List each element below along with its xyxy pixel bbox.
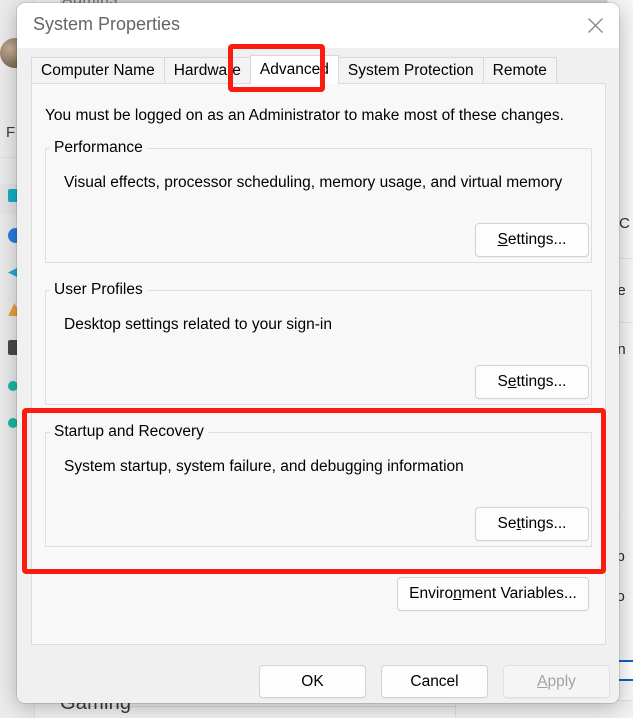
group-performance-legend: Performance — [50, 139, 147, 157]
startup-recovery-settings-label-post: tings... — [521, 515, 567, 533]
user-profiles-settings-label-post: ttings... — [517, 373, 567, 391]
performance-settings-button[interactable]: Settings... — [475, 223, 589, 257]
tab-remote[interactable]: Remote — [483, 57, 557, 84]
administrator-note: You must be logged on as an Administrato… — [45, 107, 564, 125]
background-sidebar-label: F — [6, 124, 15, 141]
group-startup-and-recovery-description: System startup, system failure, and debu… — [64, 458, 464, 476]
ok-button[interactable]: OK — [259, 665, 366, 698]
startup-recovery-settings-label-pre: Se — [498, 515, 517, 533]
screen: F Admins AC pe an r R l D yp co Gaming S… — [0, 0, 633, 718]
tab-hardware[interactable]: Hardware — [164, 57, 251, 84]
environment-variables-label-post: ment Variables... — [462, 585, 577, 603]
user-profiles-settings-label-pre: S — [498, 373, 508, 391]
performance-settings-label-post: ettings... — [508, 231, 567, 249]
group-user-profiles-description: Desktop settings related to your sign-in — [64, 316, 332, 334]
environment-variables-label-pre: Enviro — [409, 585, 453, 603]
system-properties-dialog: System Properties Computer Name Hardware… — [17, 3, 619, 703]
apply-button-accel: A — [537, 673, 547, 691]
group-performance-description: Visual effects, processor scheduling, me… — [64, 174, 562, 192]
cancel-button-label-pre: Cancel — [410, 673, 458, 691]
tab-strip: Computer Name Hardware Advanced System P… — [31, 56, 606, 84]
user-profiles-settings-button[interactable]: Settings... — [475, 365, 589, 399]
ok-button-label-pre: OK — [301, 673, 323, 691]
cancel-button[interactable]: Cancel — [381, 665, 488, 698]
performance-settings-accel: S — [498, 231, 508, 249]
apply-button[interactable]: Apply — [503, 665, 610, 698]
environment-variables-accel: n — [453, 585, 462, 603]
tab-system-protection[interactable]: System Protection — [338, 57, 484, 84]
dialog-title: System Properties — [33, 14, 180, 35]
user-profiles-settings-accel: e — [508, 373, 517, 391]
environment-variables-button[interactable]: Environment Variables... — [397, 577, 589, 611]
apply-button-label-post: pply — [547, 673, 575, 691]
tab-computer-name[interactable]: Computer Name — [31, 57, 165, 84]
close-icon[interactable] — [571, 3, 619, 48]
tab-advanced[interactable]: Advanced — [250, 55, 339, 84]
startup-recovery-settings-button[interactable]: Settings... — [475, 507, 589, 541]
dialog-titlebar: System Properties — [17, 3, 619, 48]
group-user-profiles-legend: User Profiles — [50, 281, 147, 299]
group-startup-and-recovery-legend: Startup and Recovery — [50, 423, 208, 441]
